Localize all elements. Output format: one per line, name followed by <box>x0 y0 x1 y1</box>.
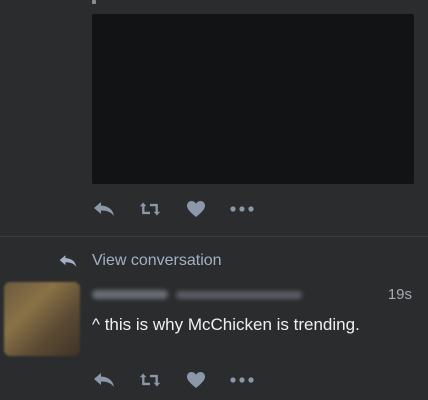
retweet-button[interactable] <box>138 200 162 218</box>
reply-icon <box>94 373 114 387</box>
retweet-icon <box>139 373 161 387</box>
more-button[interactable] <box>230 200 254 218</box>
reply-icon <box>59 255 77 267</box>
like-button[interactable] <box>184 200 208 218</box>
timestamp[interactable]: 19s <box>388 286 412 303</box>
reply-button[interactable] <box>92 200 116 218</box>
heart-icon <box>187 372 205 388</box>
tweet-divider <box>0 236 428 237</box>
heart-icon <box>187 201 205 217</box>
more-dots-icon <box>230 377 254 383</box>
more-button[interactable] <box>230 371 254 389</box>
tweet-actions <box>92 371 276 389</box>
previous-tweet-actions <box>92 200 276 218</box>
retweet-button[interactable] <box>138 371 162 389</box>
view-conversation-label: View conversation <box>92 252 222 269</box>
tweet-text: ^ this is why McChicken is trending. <box>92 315 360 334</box>
avatar[interactable] <box>4 282 80 356</box>
reply-button[interactable] <box>92 371 116 389</box>
reply-icon <box>94 202 114 216</box>
username-redacted[interactable] <box>176 291 302 299</box>
retweet-icon <box>139 202 161 216</box>
view-conversation-link[interactable]: View conversation <box>58 252 222 270</box>
more-dots-icon <box>230 206 254 212</box>
display-name-redacted[interactable] <box>92 290 168 299</box>
like-button[interactable] <box>184 371 208 389</box>
media-preview[interactable] <box>92 14 414 184</box>
previous-tweet-sliver <box>92 0 96 4</box>
